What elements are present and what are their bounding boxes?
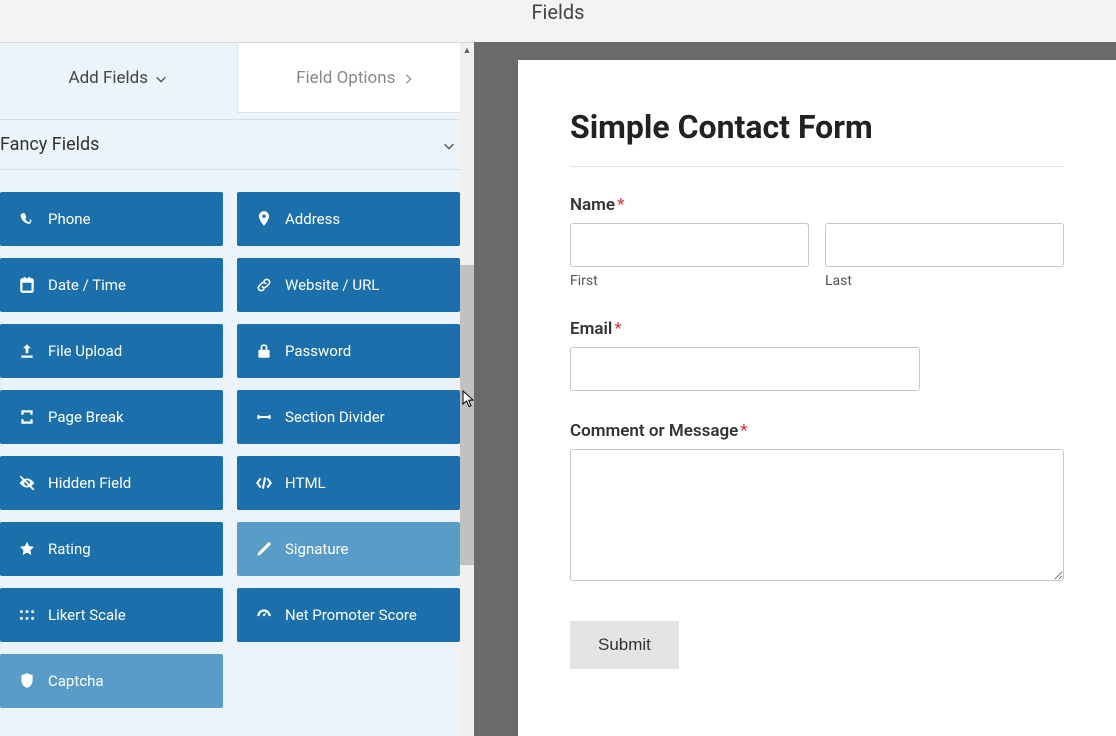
field-label: Section Divider (285, 408, 385, 426)
link-icon (255, 276, 273, 294)
star-icon (18, 540, 36, 558)
required-mark: * (614, 319, 621, 339)
field-label: Likert Scale (48, 606, 126, 624)
field-label: HTML (285, 474, 326, 492)
field-label: Password (285, 342, 351, 360)
gauge-icon (255, 606, 273, 624)
chevron-right-icon (401, 71, 415, 85)
field-date-time[interactable]: Date / Time (0, 258, 223, 312)
field-label: Date / Time (48, 276, 126, 294)
left-panel: Add Fields Field Options Fancy Fields Ph… (0, 42, 474, 736)
lock-icon (255, 342, 273, 360)
chevron-down-icon (154, 71, 168, 85)
field-label: Rating (48, 540, 91, 558)
first-name-input[interactable] (570, 223, 809, 267)
last-name-col: Last (825, 223, 1064, 289)
tab-field-options[interactable]: Field Options (237, 43, 475, 113)
email-label: Email* (570, 319, 1064, 339)
divider-icon (255, 408, 273, 426)
field-grid: Phone Address Date / Time Website / URL File… (0, 170, 474, 708)
scroll-up-icon[interactable]: ▲ (460, 43, 474, 57)
main: Add Fields Field Options Fancy Fields Ph… (0, 42, 1116, 736)
shield-icon (18, 672, 36, 690)
divider (570, 166, 1064, 167)
scrollbar-thumb[interactable] (460, 265, 474, 565)
section-header[interactable]: Fancy Fields (0, 119, 474, 170)
preview-area: Simple Contact Form Name* First Last Ema… (474, 42, 1116, 736)
field-hidden-field[interactable]: Hidden Field (0, 456, 223, 510)
field-section-divider[interactable]: Section Divider (237, 390, 460, 444)
code-icon (255, 474, 273, 492)
pin-icon (255, 210, 273, 228)
section-title: Fancy Fields (0, 134, 99, 155)
scrollbar-track[interactable]: ▲ (460, 43, 474, 736)
field-rating[interactable]: Rating (0, 522, 223, 576)
field-address[interactable]: Address (237, 192, 460, 246)
field-password[interactable]: Password (237, 324, 460, 378)
chevron-down-icon (442, 138, 456, 152)
last-sublabel: Last (825, 273, 1064, 289)
field-label: Captcha (48, 672, 104, 690)
field-label: Page Break (48, 408, 124, 426)
page-title: Fields (532, 0, 585, 24)
field-label: Address (285, 210, 340, 228)
form-title: Simple Contact Form (570, 108, 1064, 146)
field-captcha[interactable]: Captcha (0, 654, 223, 708)
first-name-col: First (570, 223, 809, 289)
form-preview: Simple Contact Form Name* First Last Ema… (518, 60, 1116, 736)
required-mark: * (617, 195, 624, 215)
field-label: Phone (48, 210, 91, 228)
email-input[interactable] (570, 347, 920, 391)
first-sublabel: First (570, 273, 809, 289)
field-html[interactable]: HTML (237, 456, 460, 510)
name-row: First Last (570, 223, 1064, 289)
field-phone[interactable]: Phone (0, 192, 223, 246)
comment-textarea[interactable] (570, 449, 1064, 581)
pencil-icon (255, 540, 273, 558)
submit-button[interactable]: Submit (570, 621, 679, 669)
field-signature[interactable]: Signature (237, 522, 460, 576)
phone-icon (18, 210, 36, 228)
field-likert-scale[interactable]: Likert Scale (0, 588, 223, 642)
comment-label: Comment or Message* (570, 421, 1064, 441)
calendar-icon (18, 276, 36, 294)
required-mark: * (740, 421, 747, 441)
field-page-break[interactable]: Page Break (0, 390, 223, 444)
dots-icon (18, 606, 36, 624)
name-label: Name* (570, 195, 1064, 215)
field-net-promoter-score[interactable]: Net Promoter Score (237, 588, 460, 642)
header: Fields (0, 0, 1116, 42)
field-label: Website / URL (285, 276, 379, 294)
field-label: File Upload (48, 342, 122, 360)
last-name-input[interactable] (825, 223, 1064, 267)
field-label: Net Promoter Score (285, 606, 417, 624)
tab-label: Field Options (296, 68, 395, 88)
field-file-upload[interactable]: File Upload (0, 324, 223, 378)
upload-icon (18, 342, 36, 360)
tab-add-fields[interactable]: Add Fields (0, 43, 237, 113)
field-label: Signature (285, 540, 349, 558)
field-label: Hidden Field (48, 474, 131, 492)
pagebreak-icon (18, 408, 36, 426)
eye-off-icon (18, 474, 36, 492)
tab-label: Add Fields (68, 68, 148, 88)
field-website-url[interactable]: Website / URL (237, 258, 460, 312)
tabs: Add Fields Field Options (0, 43, 474, 113)
